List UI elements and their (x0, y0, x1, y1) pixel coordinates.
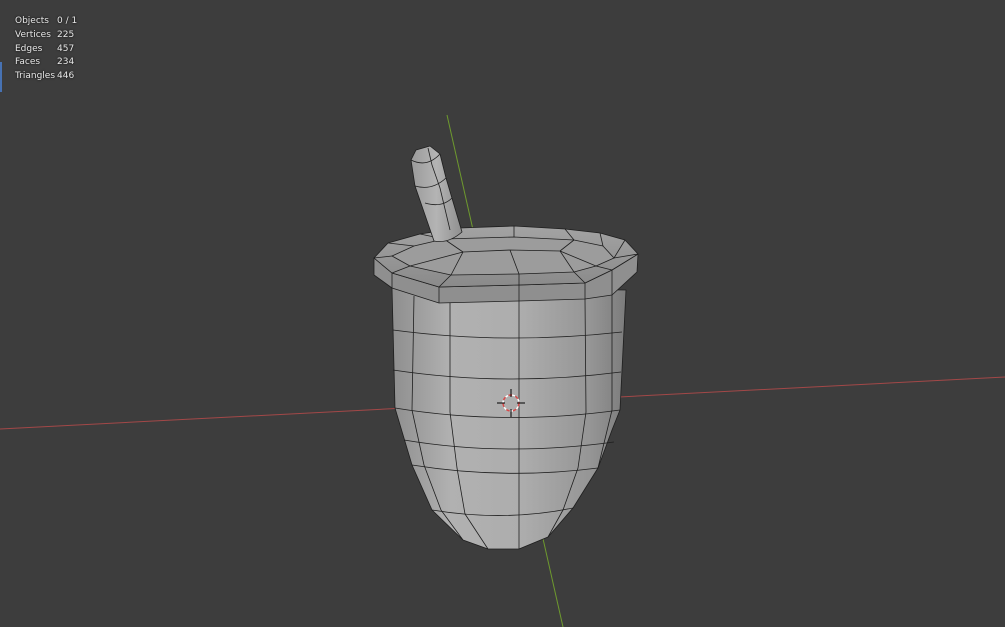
statistics-overlay: Objects 0 / 1 Vertices 225 Edges 457 Fac… (15, 15, 77, 84)
stat-label: Vertices (15, 29, 51, 40)
stat-label: Faces (15, 57, 41, 68)
stat-value: 234 (57, 57, 75, 68)
stat-triangles: Triangles 446 (15, 70, 77, 84)
stat-value: 457 (57, 43, 75, 54)
active-region-indicator (0, 62, 2, 92)
stat-edges: Edges 457 (15, 43, 77, 57)
viewport-scene[interactable] (0, 0, 1005, 627)
stat-label: Edges (15, 43, 43, 54)
stat-value: 446 (57, 71, 75, 82)
3d-viewport[interactable]: Objects 0 / 1 Vertices 225 Edges 457 Fac… (0, 0, 1005, 627)
acorn-mesh[interactable] (373, 145, 639, 550)
stat-label: Objects (15, 16, 50, 26)
stat-faces: Faces 234 (15, 56, 77, 70)
stat-value: 225 (57, 29, 75, 40)
stat-label: Triangles (15, 71, 56, 82)
stat-objects: Objects 0 / 1 (15, 15, 77, 29)
stat-vertices: Vertices 225 (15, 29, 77, 43)
stat-value: 0 / 1 (57, 16, 78, 26)
